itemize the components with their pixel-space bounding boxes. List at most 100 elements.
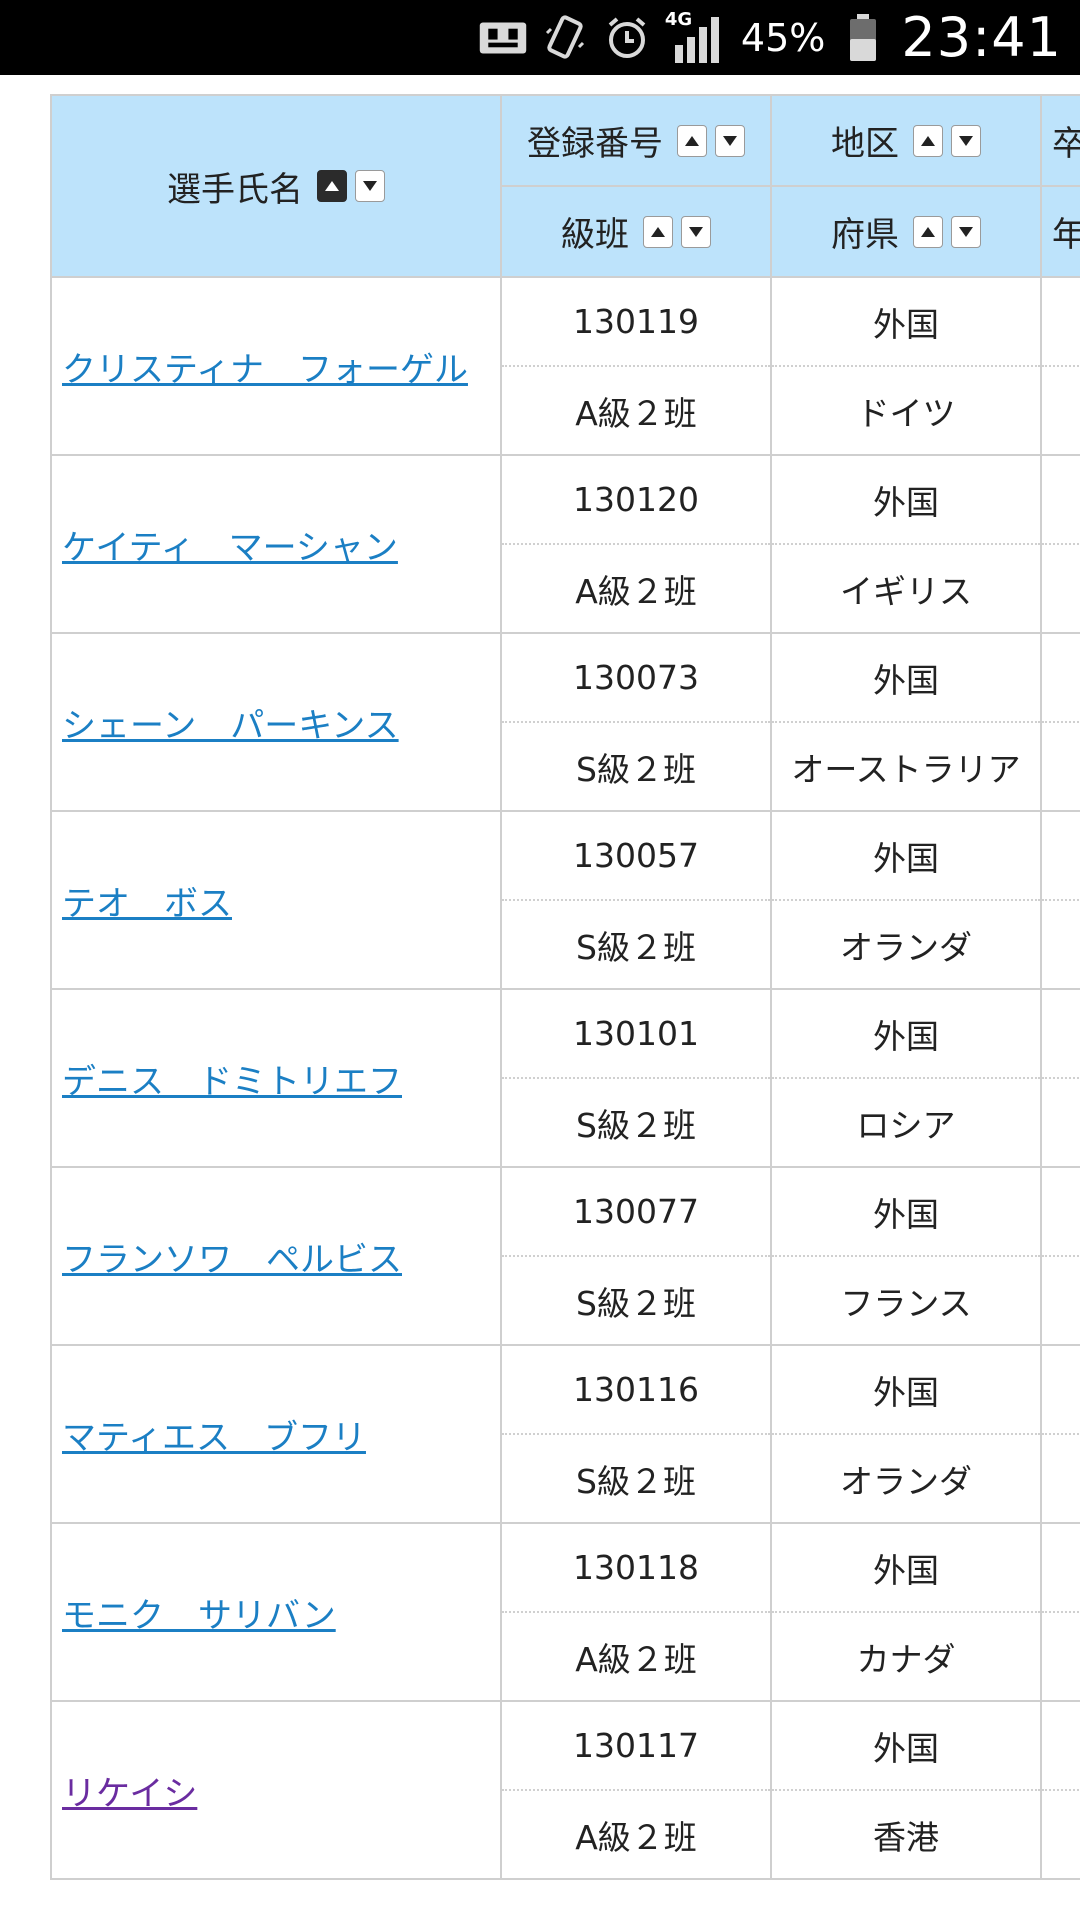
racer-name-link[interactable]: テオ ボス <box>62 884 232 924</box>
sort-down-icon <box>723 135 737 146</box>
racer-name-link[interactable]: クリスティナ フォーゲル <box>62 350 468 390</box>
extra-cell <box>1040 1077 1080 1168</box>
sort-name-desc-button[interactable] <box>355 170 385 202</box>
district-cell: 外国 <box>770 1522 1042 1613</box>
table-row: テオ ボス 130057 外国 <box>50 810 1080 990</box>
header-prefecture: 府県 <box>770 185 1042 278</box>
sort-name-asc-button[interactable] <box>317 170 347 202</box>
racer-table: 選手氏名 登録番号 地区 卒 級班 府県 年 クリスティナ フォーゲル 1301… <box>50 94 1080 1880</box>
name-cell: デニス ドミトリエフ <box>50 988 502 1168</box>
district-cell: 外国 <box>770 988 1042 1079</box>
extra-cell <box>1040 454 1080 545</box>
name-cell: ケイティ マーシャン <box>50 454 502 634</box>
district-cell: 外国 <box>770 1344 1042 1435</box>
prefecture-cell: カナダ <box>770 1611 1042 1702</box>
extra-cell <box>1040 1522 1080 1613</box>
district-cell: 外国 <box>770 1700 1042 1791</box>
reg-no-cell: 130117 <box>500 1700 772 1791</box>
district-cell: 外国 <box>770 454 1042 545</box>
sort-down-icon <box>689 226 703 237</box>
sort-reg-no-asc-button[interactable] <box>677 124 707 157</box>
racer-name-link[interactable]: シェーン パーキンス <box>62 706 399 746</box>
sort-down-icon <box>959 135 973 146</box>
reg-no-cell: 130120 <box>500 454 772 545</box>
header-name-label: 選手氏名 <box>167 169 303 210</box>
extra-cell <box>1040 1700 1080 1791</box>
sort-reg-no-desc-button[interactable] <box>715 124 745 157</box>
district-cell: 外国 <box>770 632 1042 723</box>
battery-percent: 45% <box>740 15 826 60</box>
sort-prefecture-asc-button[interactable] <box>913 215 943 248</box>
voicemail-icon <box>479 14 527 62</box>
name-cell: シェーン パーキンス <box>50 632 502 812</box>
reg-no-cell: 130118 <box>500 1522 772 1613</box>
extra-cell <box>1040 988 1080 1079</box>
rank-cell: A級２班 <box>500 365 772 456</box>
sort-up-icon <box>921 226 935 237</box>
sort-up-icon <box>685 135 699 146</box>
sort-down-icon <box>363 181 377 191</box>
extra-cell <box>1040 721 1080 812</box>
header-prefecture-label: 府県 <box>831 215 899 255</box>
rank-cell: A級２班 <box>500 1611 772 1702</box>
table-row: ケイティ マーシャン 130120 外国 <box>50 454 1080 634</box>
extra-cell <box>1040 365 1080 456</box>
header-extra-bottom-label: 年 <box>1052 215 1080 255</box>
battery-icon <box>839 13 887 62</box>
sort-prefecture-desc-button[interactable] <box>951 215 981 248</box>
table-row: モニク サリバン 130118 外国 <box>50 1522 1080 1702</box>
sort-district-asc-button[interactable] <box>913 124 943 157</box>
extra-cell <box>1040 1433 1080 1524</box>
header-reg-no: 登録番号 <box>500 94 772 187</box>
rank-cell: A級２班 <box>500 543 772 634</box>
prefecture-cell: 香港 <box>770 1789 1042 1880</box>
reg-no-cell: 130119 <box>500 276 772 367</box>
rank-cell: S級２班 <box>500 1255 772 1346</box>
table-row: マティエス ブフリ 130116 外国 <box>50 1344 1080 1524</box>
racer-name-link[interactable]: デニス ドミトリエフ <box>62 1062 402 1102</box>
extra-cell <box>1040 1166 1080 1257</box>
extra-cell <box>1040 1789 1080 1880</box>
rank-cell: S級２班 <box>500 1433 772 1524</box>
district-cell: 外国 <box>770 1166 1042 1257</box>
name-cell: クリスティナ フォーゲル <box>50 276 502 456</box>
racer-name-link[interactable]: フランソワ ペルビス <box>62 1240 402 1280</box>
name-cell: モニク サリバン <box>50 1522 502 1702</box>
rank-cell: S級２班 <box>500 899 772 990</box>
extra-cell <box>1040 632 1080 723</box>
table-row: クリスティナ フォーゲル 130119 外国 <box>50 276 1080 456</box>
reg-no-cell: 130057 <box>500 810 772 901</box>
sort-down-icon <box>959 226 973 237</box>
name-cell: マティエス ブフリ <box>50 1344 502 1524</box>
racer-table-container[interactable]: 選手氏名 登録番号 地区 卒 級班 府県 年 クリスティナ フォーゲル 1301… <box>50 94 1080 1894</box>
header-reg-no-label: 登録番号 <box>527 124 663 164</box>
racer-name-link[interactable]: ケイティ マーシャン <box>62 528 398 568</box>
header-extra-top: 卒 <box>1040 94 1080 187</box>
status-bar: 4G 45% 23:41 <box>0 0 1080 75</box>
rank-cell: S級２班 <box>500 721 772 812</box>
alarm-icon <box>603 14 651 62</box>
vibrate-icon <box>541 14 589 62</box>
prefecture-cell: ドイツ <box>770 365 1042 456</box>
sort-rank-desc-button[interactable] <box>681 215 711 248</box>
reg-no-cell: 130077 <box>500 1166 772 1257</box>
sort-up-icon <box>325 181 339 191</box>
extra-cell <box>1040 899 1080 990</box>
name-cell: リケイシ <box>50 1700 502 1880</box>
header-rank: 級班 <box>500 185 772 278</box>
prefecture-cell: オランダ <box>770 1433 1042 1524</box>
racer-name-link[interactable]: モニク サリバン <box>62 1596 336 1636</box>
racer-name-link[interactable]: マティエス ブフリ <box>62 1418 366 1458</box>
extra-cell <box>1040 1255 1080 1346</box>
signal-icon: 4G <box>665 9 727 65</box>
extra-cell <box>1040 276 1080 367</box>
rank-cell: A級２班 <box>500 1789 772 1880</box>
reg-no-cell: 130073 <box>500 632 772 723</box>
sort-rank-asc-button[interactable] <box>643 215 673 248</box>
racer-name-link[interactable]: リケイシ <box>62 1774 197 1814</box>
header-district-label: 地区 <box>831 124 899 164</box>
sort-district-desc-button[interactable] <box>951 124 981 157</box>
table-row: リケイシ 130117 外国 <box>50 1700 1080 1880</box>
header-extra-top-label: 卒 <box>1052 124 1080 164</box>
district-cell: 外国 <box>770 276 1042 367</box>
